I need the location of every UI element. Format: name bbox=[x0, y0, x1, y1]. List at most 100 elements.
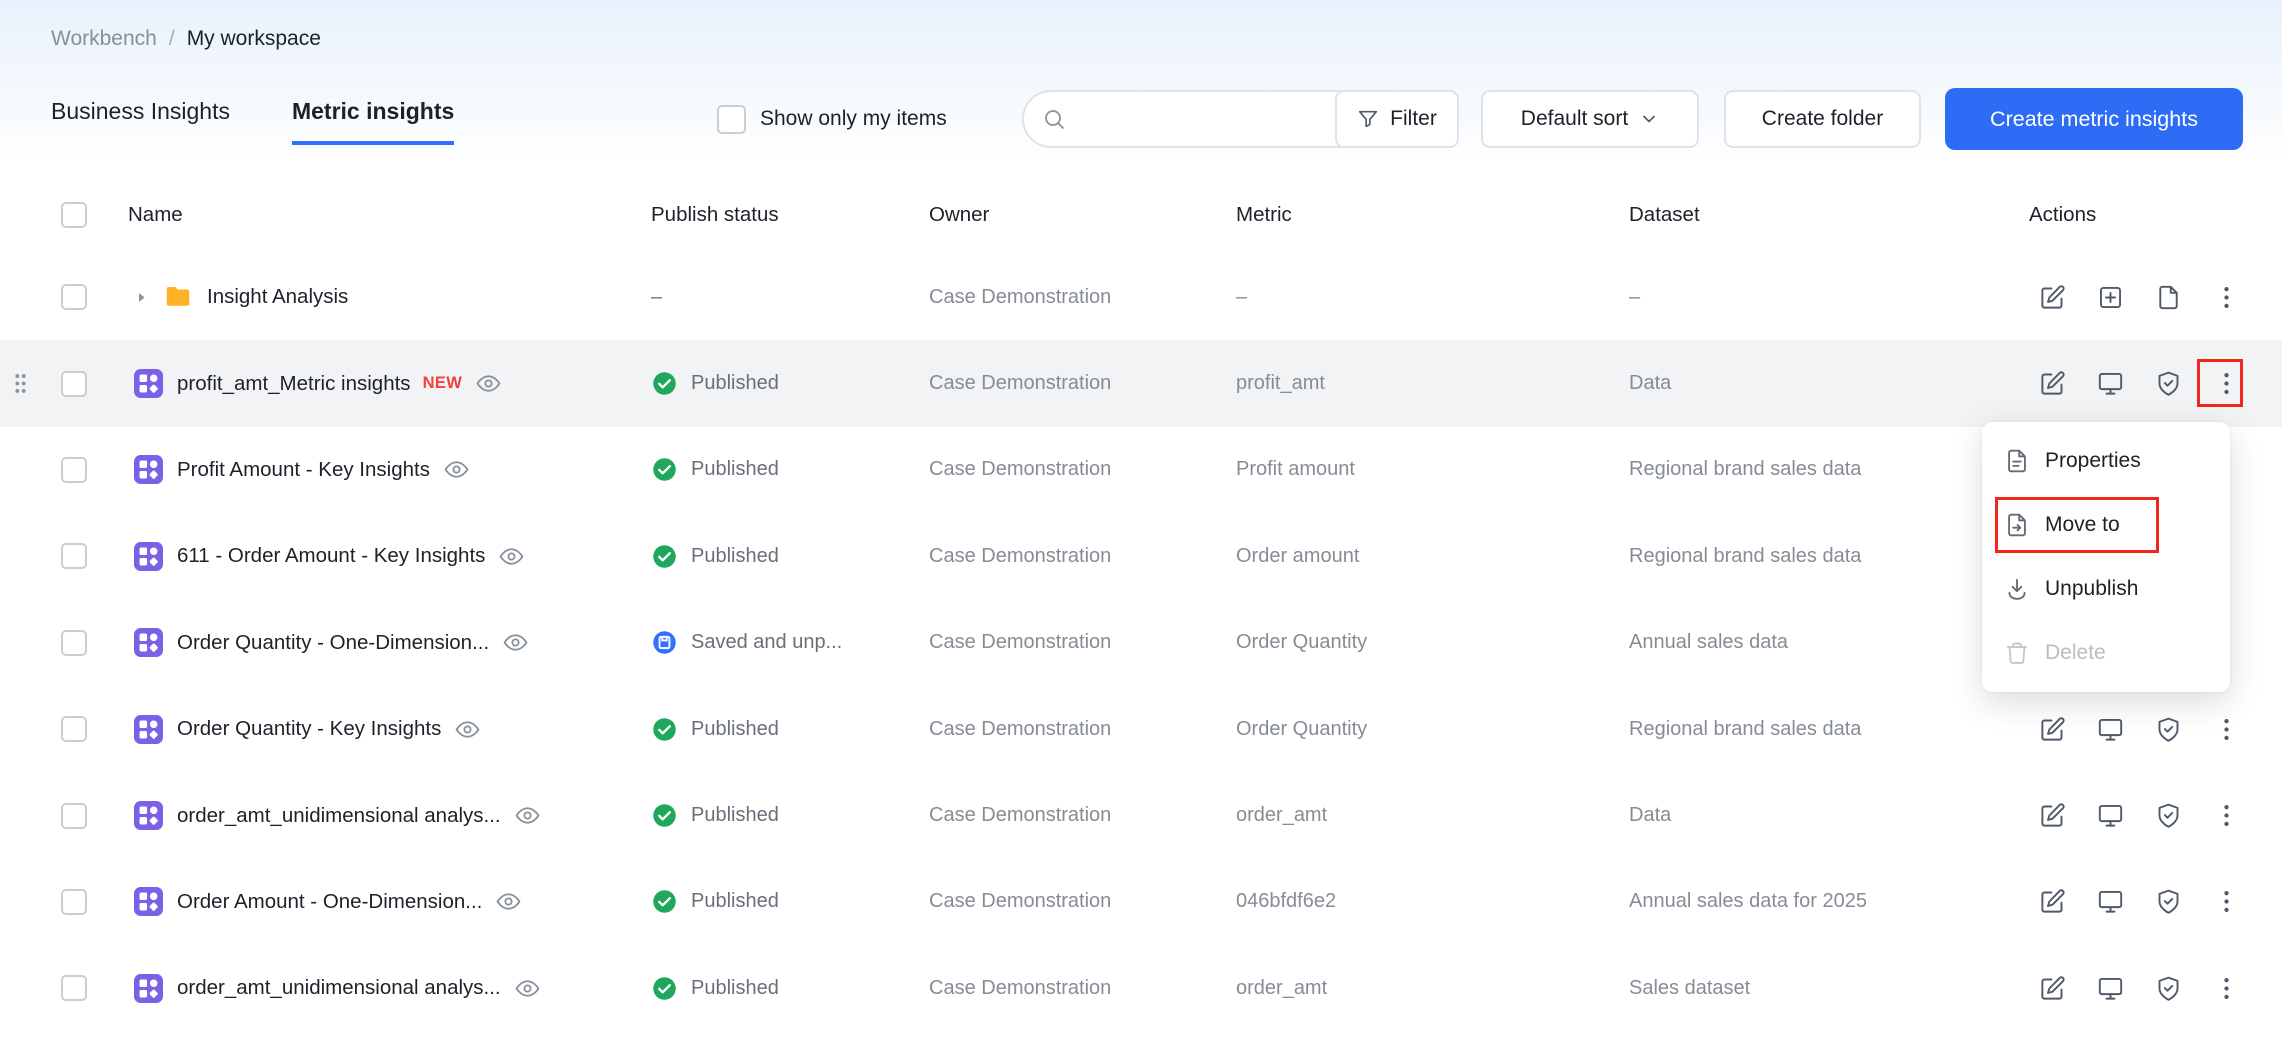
show-only-my-items-checkbox[interactable] bbox=[717, 105, 746, 134]
more-actions-kebab-icon[interactable] bbox=[2213, 802, 2240, 829]
preview-eye-icon[interactable] bbox=[515, 976, 540, 1001]
menu-item-delete[interactable]: Delete bbox=[1982, 621, 2230, 685]
tab-business-insights[interactable]: Business Insights bbox=[51, 98, 230, 145]
shield-check-icon[interactable] bbox=[2155, 370, 2182, 397]
select-all-checkbox[interactable] bbox=[61, 202, 87, 228]
row-checkbox[interactable] bbox=[61, 630, 87, 656]
display-monitor-icon[interactable] bbox=[2097, 716, 2124, 743]
row-checkbox[interactable] bbox=[61, 975, 87, 1001]
preview-eye-icon[interactable] bbox=[455, 717, 480, 742]
table-row[interactable]: Order Amount - One-Dimension... Publishe… bbox=[0, 859, 2282, 945]
shield-check-icon[interactable] bbox=[2155, 888, 2182, 915]
edit-icon[interactable] bbox=[2039, 975, 2066, 1002]
row-name-label[interactable]: order_amt_unidimensional analys... bbox=[177, 976, 501, 1000]
column-header-name[interactable]: Name bbox=[128, 203, 651, 227]
edit-icon[interactable] bbox=[2039, 888, 2066, 915]
shield-check-icon[interactable] bbox=[2155, 802, 2182, 829]
row-name-label[interactable]: Insight Analysis bbox=[207, 285, 348, 309]
status-published-icon bbox=[651, 975, 678, 1002]
display-monitor-icon[interactable] bbox=[2097, 975, 2124, 1002]
delete-trash-icon bbox=[2004, 640, 2030, 666]
table-row[interactable]: order_amt_unidimensional analys... Publi… bbox=[0, 772, 2282, 858]
edit-icon[interactable] bbox=[2039, 716, 2066, 743]
table-row[interactable]: Order Quantity - One-Dimension... Saved … bbox=[0, 600, 2282, 686]
edit-icon[interactable] bbox=[2039, 370, 2066, 397]
shield-check-icon[interactable] bbox=[2155, 975, 2182, 1002]
display-monitor-icon[interactable] bbox=[2097, 802, 2124, 829]
edit-icon[interactable] bbox=[2039, 802, 2066, 829]
table-row[interactable]: Profit Amount - Key Insights Published C… bbox=[0, 427, 2282, 513]
row-name-label[interactable]: Profit Amount - Key Insights bbox=[177, 458, 430, 482]
owner-cell: Case Demonstration bbox=[929, 458, 1236, 481]
row-checkbox[interactable] bbox=[61, 543, 87, 569]
row-checkbox[interactable] bbox=[61, 716, 87, 742]
status-cell: – bbox=[651, 286, 929, 309]
preview-eye-icon[interactable] bbox=[444, 457, 469, 482]
more-actions-kebab-icon[interactable] bbox=[2213, 370, 2240, 397]
preview-eye-icon[interactable] bbox=[515, 803, 540, 828]
owner-cell: Case Demonstration bbox=[929, 631, 1236, 654]
document-icon[interactable] bbox=[2155, 284, 2182, 311]
status-cell: Saved and unp... bbox=[651, 629, 929, 656]
default-sort-dropdown[interactable]: Default sort bbox=[1481, 90, 1699, 148]
name-cell: order_amt_unidimensional analys... bbox=[128, 801, 651, 830]
more-actions-kebab-icon[interactable] bbox=[2213, 975, 2240, 1002]
name-cell: Order Amount - One-Dimension... bbox=[128, 887, 651, 916]
dataset-cell: Regional brand sales data bbox=[1629, 458, 2029, 481]
row-context-menu: Properties Move to Unpublish Delete bbox=[1982, 422, 2230, 692]
row-checkbox[interactable] bbox=[61, 457, 87, 483]
row-name-label[interactable]: Order Quantity - Key Insights bbox=[177, 717, 441, 741]
preview-eye-icon[interactable] bbox=[476, 371, 501, 396]
row-name-label[interactable]: Order Amount - One-Dimension... bbox=[177, 890, 482, 914]
menu-item-move-to[interactable]: Move to bbox=[1982, 493, 2230, 557]
status-label: Published bbox=[691, 890, 779, 913]
display-monitor-icon[interactable] bbox=[2097, 370, 2124, 397]
add-in-folder-icon[interactable] bbox=[2097, 284, 2124, 311]
row-checkbox[interactable] bbox=[61, 803, 87, 829]
column-header-metric[interactable]: Metric bbox=[1236, 203, 1629, 227]
table-row[interactable]: Order Quantity - Key Insights Published … bbox=[0, 686, 2282, 772]
actions-cell bbox=[2029, 802, 2282, 829]
table-row[interactable]: Insight Analysis – Case Demonstration – … bbox=[0, 254, 2282, 340]
more-actions-kebab-icon[interactable] bbox=[2213, 716, 2240, 743]
create-folder-button[interactable]: Create folder bbox=[1724, 90, 1921, 148]
dataset-cell: Data bbox=[1629, 372, 2029, 395]
metric-insight-icon bbox=[134, 542, 163, 571]
table-row[interactable]: profit_amt_Metric insights NEW Published… bbox=[0, 340, 2282, 426]
preview-eye-icon[interactable] bbox=[499, 544, 524, 569]
owner-cell: Case Demonstration bbox=[929, 977, 1236, 1000]
dataset-cell: Annual sales data bbox=[1629, 631, 2029, 654]
row-checkbox[interactable] bbox=[61, 889, 87, 915]
display-monitor-icon[interactable] bbox=[2097, 888, 2124, 915]
table-row[interactable]: 611 - Order Amount - Key Insights Publis… bbox=[0, 513, 2282, 599]
more-actions-kebab-icon[interactable] bbox=[2213, 888, 2240, 915]
tab-metric-insights[interactable]: Metric insights bbox=[292, 98, 454, 145]
row-checkbox[interactable] bbox=[61, 371, 87, 397]
owner-cell: Case Demonstration bbox=[929, 718, 1236, 741]
metric-cell: order_amt bbox=[1236, 977, 1629, 1000]
menu-item-unpublish[interactable]: Unpublish bbox=[1982, 557, 2230, 621]
drag-handle[interactable] bbox=[12, 370, 29, 397]
preview-eye-icon[interactable] bbox=[503, 630, 528, 655]
create-metric-insights-button[interactable]: Create metric insights bbox=[1945, 88, 2243, 150]
row-name-label[interactable]: Order Quantity - One-Dimension... bbox=[177, 631, 489, 655]
column-header-owner[interactable]: Owner bbox=[929, 203, 1236, 227]
more-actions-kebab-icon[interactable] bbox=[2213, 284, 2240, 311]
row-name-label[interactable]: 611 - Order Amount - Key Insights bbox=[177, 544, 485, 568]
breadcrumb-workbench[interactable]: Workbench bbox=[51, 27, 157, 51]
shield-check-icon[interactable] bbox=[2155, 716, 2182, 743]
column-header-dataset[interactable]: Dataset bbox=[1629, 203, 2029, 227]
metric-insight-icon bbox=[134, 628, 163, 657]
row-checkbox[interactable] bbox=[61, 284, 87, 310]
menu-item-properties[interactable]: Properties bbox=[1982, 429, 2230, 493]
edit-icon[interactable] bbox=[2039, 284, 2066, 311]
preview-eye-icon[interactable] bbox=[496, 889, 521, 914]
row-name-label[interactable]: order_amt_unidimensional analys... bbox=[177, 804, 501, 828]
expand-caret-icon[interactable] bbox=[134, 290, 149, 305]
row-name-label[interactable]: profit_amt_Metric insights bbox=[177, 372, 411, 396]
table-row[interactable]: order_amt_unidimensional analys... Publi… bbox=[0, 945, 2282, 1031]
column-header-publish-status[interactable]: Publish status bbox=[651, 203, 929, 227]
owner-cell: Case Demonstration bbox=[929, 545, 1236, 568]
filter-button[interactable]: Filter bbox=[1335, 90, 1459, 148]
owner-cell: Case Demonstration bbox=[929, 372, 1236, 395]
